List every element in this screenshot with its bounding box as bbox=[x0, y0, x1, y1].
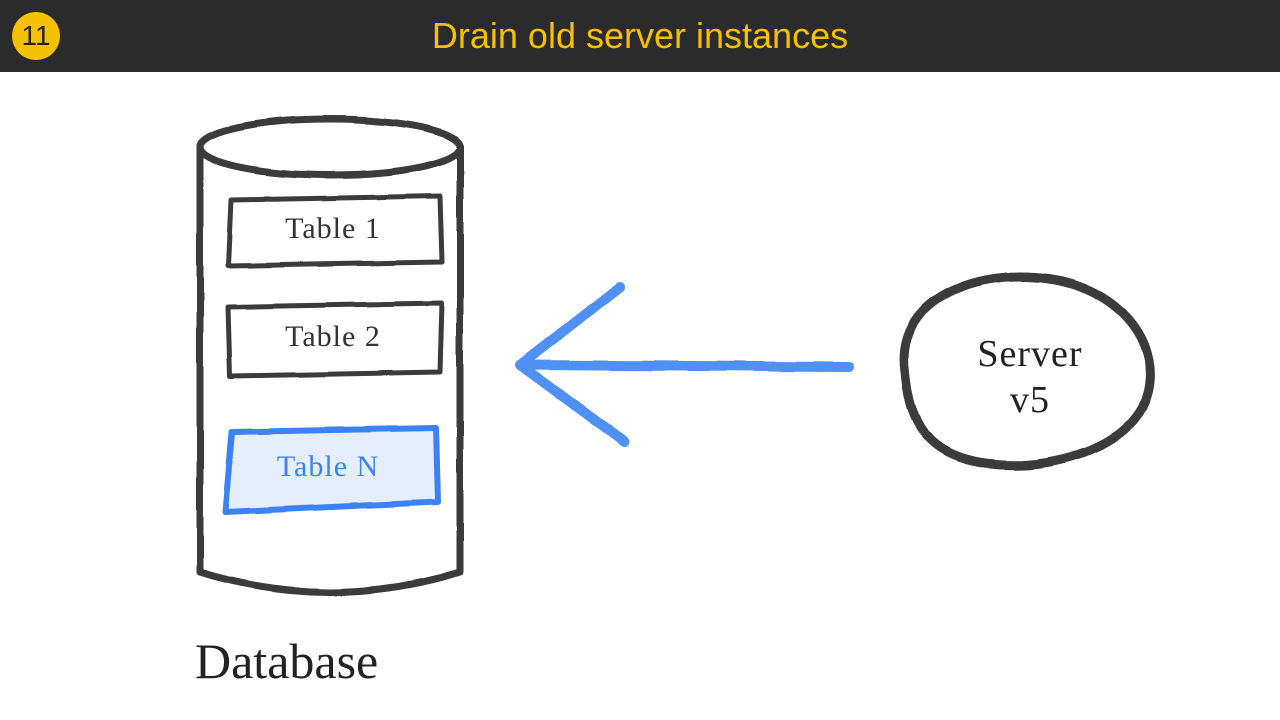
slide-title: Drain old server instances bbox=[0, 15, 1280, 57]
server-label: Server v5 bbox=[930, 332, 1130, 423]
table-1-label: Table 1 bbox=[233, 212, 433, 246]
table-n-label: Table N bbox=[228, 450, 428, 484]
step-number: 11 bbox=[21, 20, 50, 52]
arrow-icon bbox=[520, 287, 850, 442]
server-line1: Server bbox=[930, 332, 1130, 378]
database-caption: Database bbox=[195, 632, 378, 690]
slide-header: 11 Drain old server instances bbox=[0, 0, 1280, 72]
step-number-badge: 11 bbox=[12, 12, 60, 60]
diagram-canvas: Table 1 Table 2 Table N Database Server … bbox=[0, 72, 1280, 720]
server-line2: v5 bbox=[930, 378, 1130, 424]
table-2-label: Table 2 bbox=[233, 320, 433, 354]
database-cylinder bbox=[200, 119, 460, 592]
